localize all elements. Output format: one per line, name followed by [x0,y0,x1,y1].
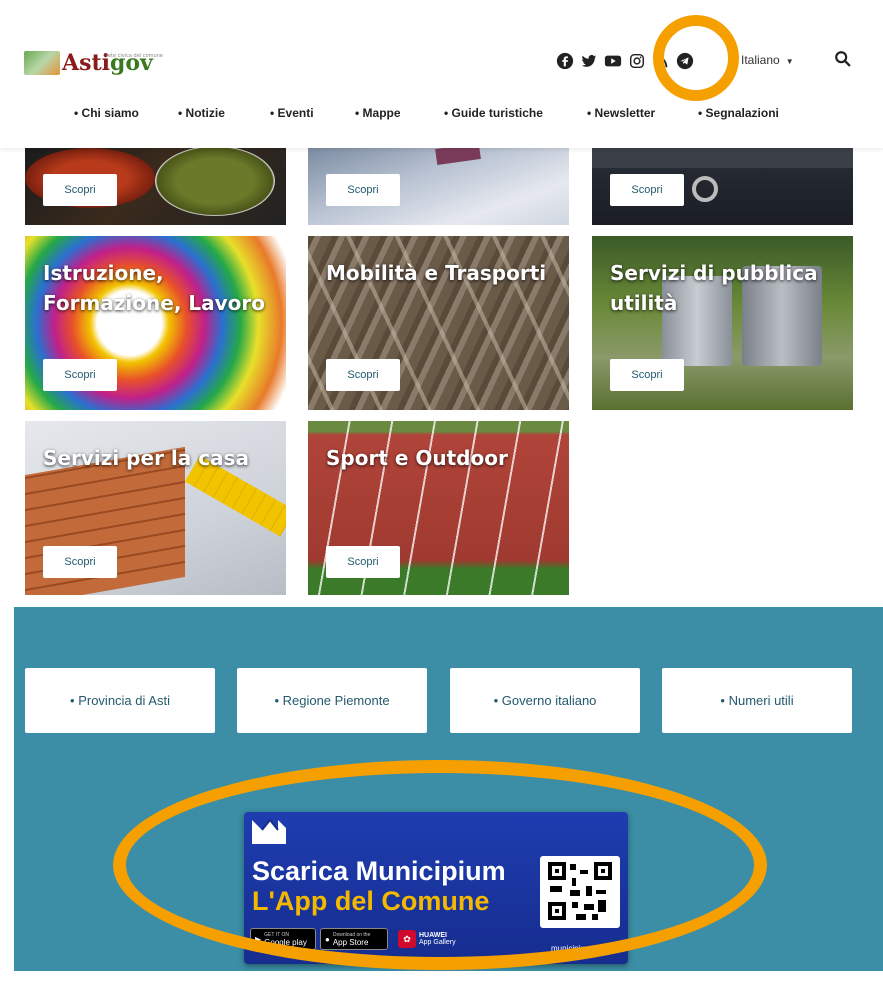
nav-item-mappe[interactable]: • Mappe [355,106,401,120]
category-card-security[interactable]: Scopri [592,146,853,225]
discover-button[interactable]: Scopri [43,359,117,391]
nav-item-chi-siamo[interactable]: • Chi siamo [74,106,139,120]
nav-item-eventi[interactable]: • Eventi [270,106,314,120]
category-card-mobilita[interactable]: Mobilità e Trasporti Scopri [308,236,569,410]
site-logo[interactable]: Astigov rete civica del comune [24,50,163,76]
site-header: Astigov rete civica del comune Italiano ▼… [0,0,883,148]
footer-link-provincia[interactable]: • Provincia di Asti [25,668,215,733]
card-title: Servizi per la casa [43,446,249,470]
nav-item-guide-turistiche[interactable]: • Guide turistiche [444,106,543,120]
twitter-icon[interactable] [580,52,598,70]
nav-item-notizie[interactable]: • Notizie [178,106,225,120]
card-image-book [435,146,481,165]
language-label: Italiano [741,53,780,67]
logo-text-main: Asti [62,50,110,76]
footer-link-regione[interactable]: • Regione Piemonte [237,668,427,733]
nav-item-segnalazioni[interactable]: • Segnalazioni [698,106,779,120]
category-card-tourism[interactable]: Scopri [308,146,569,225]
highlight-circle [653,15,739,101]
card-title: Servizi di pubblica utilità [610,261,818,315]
facebook-icon[interactable] [556,52,574,70]
category-card-istruzione[interactable]: Istruzione, Formazione, Lavoro Scopri [25,236,286,410]
logo-icon [24,51,60,75]
category-card-casa[interactable]: Servizi per la casa Scopri [25,421,286,595]
main-navigation: • Chi siamo • Notizie • Eventi • Mappe •… [0,106,883,128]
discover-button[interactable]: Scopri [610,174,684,206]
discover-button[interactable]: Scopri [610,359,684,391]
caret-down-icon: ▼ [785,57,794,66]
footer-link-numeri-utili[interactable]: • Numeri utili [662,668,852,733]
discover-button[interactable]: Scopri [43,546,117,578]
search-icon[interactable] [834,50,852,68]
language-selector[interactable]: Italiano ▼ [741,53,794,67]
highlight-ellipse [113,760,767,970]
card-image-handcuff [692,176,718,202]
card-title: Mobilità e Trasporti [326,261,547,285]
logo-tagline: rete civica del comune [106,53,163,59]
card-image-belt [592,146,853,168]
discover-button[interactable]: Scopri [43,174,117,206]
discover-button[interactable]: Scopri [326,546,400,578]
card-title: Istruzione, Formazione, Lavoro [43,261,266,315]
category-card-servizi-pubblici[interactable]: Servizi di pubblica utilità Scopri [592,236,853,410]
instagram-icon[interactable] [628,52,646,70]
discover-button[interactable]: Scopri [326,174,400,206]
card-title: Sport e Outdoor [326,446,508,470]
youtube-icon[interactable] [604,52,622,70]
footer-link-governo[interactable]: • Governo italiano [450,668,640,733]
category-card-food[interactable]: Scopri [25,146,286,225]
discover-button[interactable]: Scopri [326,359,400,391]
card-image-herbs [155,146,275,216]
nav-item-newsletter[interactable]: • Newsletter [587,106,655,120]
category-card-sport[interactable]: Sport e Outdoor Scopri [308,421,569,595]
